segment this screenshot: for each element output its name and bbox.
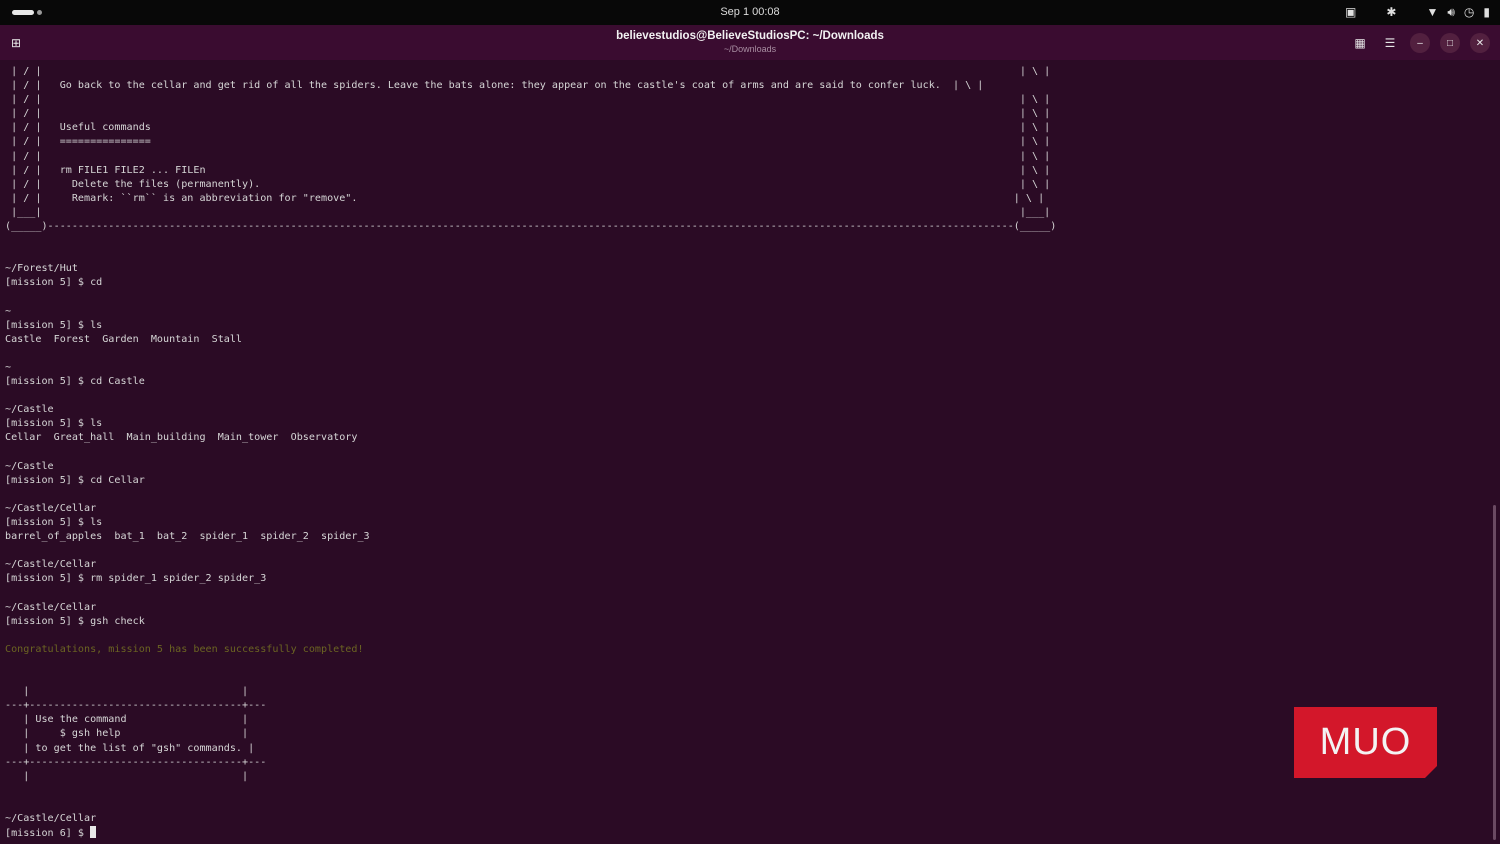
- terminal-line: [mission 5] $ rm spider_1 spider_2 spide…: [5, 573, 267, 585]
- terminal-line: [mission 5] $ cd Castle: [5, 376, 145, 388]
- terminal-line: | / | rm FILE1 FILE2 ... FILEn | \ |: [5, 164, 1051, 176]
- window-controls: ▦ ☰ – □ ✕: [1350, 33, 1490, 53]
- window-subtitle: ~/Downloads: [723, 44, 777, 54]
- terminal-line: ~/Castle/Cellar: [5, 812, 97, 824]
- accessibility-icon[interactable]: ✱: [1386, 5, 1396, 19]
- terminal-line: | / | | \ |: [5, 66, 1051, 77]
- terminal-line: [mission 5] $ ls: [5, 418, 103, 430]
- terminal-line: barrel_of_apples bat_1 bat_2 spider_1 sp…: [5, 531, 370, 543]
- terminal-line: ~/Forest/Hut: [5, 263, 78, 275]
- terminal-cursor: [90, 826, 97, 839]
- terminal-line: | / | Delete the files (permanently). | …: [5, 178, 1051, 190]
- terminal-line: | to get the list of "gsh" commands. |: [5, 742, 255, 754]
- terminal-line: Cellar Great_hall Main_building Main_tow…: [5, 432, 358, 444]
- terminal-header-bar: ⊞ believestudios@BelieveStudiosPC: ~/Dow…: [0, 25, 1500, 60]
- terminal-line: | / | Useful commands | \ |: [5, 122, 1051, 134]
- terminal-scrollbar[interactable]: [1493, 505, 1496, 840]
- wifi-icon[interactable]: ▼: [1426, 5, 1438, 19]
- terminal-line: [mission 5] $ ls: [5, 319, 103, 331]
- terminal-line: [mission 5] $ gsh check: [5, 615, 145, 627]
- muo-watermark-logo: MUO: [1294, 707, 1437, 778]
- grid-view-icon[interactable]: ▦: [1350, 33, 1370, 53]
- terminal-line: [mission 5] $ ls: [5, 517, 103, 528]
- terminal-line: | / | | \ |: [5, 150, 1051, 162]
- terminal-line: | / | | \ |: [5, 94, 1051, 106]
- terminal-line: ~/Castle/Cellar: [5, 601, 97, 613]
- terminal-line: | / | | \ |: [5, 108, 1051, 120]
- terminal-line: ---+-----------------------------------+…: [5, 700, 267, 712]
- terminal-line: ~: [5, 361, 12, 373]
- power-profile-icon[interactable]: ◷: [1464, 5, 1474, 19]
- terminal-line: | Use the command |: [5, 714, 249, 726]
- terminal-line: Castle Forest Garden Mountain Stall: [5, 333, 243, 345]
- terminal-line: | |: [5, 770, 249, 782]
- screen-record-icon[interactable]: ▣: [1345, 5, 1356, 19]
- close-icon[interactable]: ✕: [1470, 33, 1490, 53]
- terminal-line: | / | Remark: ``rm`` is an abbreviation …: [5, 192, 1045, 204]
- hamburger-menu-icon[interactable]: ☰: [1380, 33, 1400, 53]
- terminal-line: | / | Go back to the cellar and get rid …: [5, 80, 984, 92]
- terminal-line: ~: [5, 305, 12, 317]
- terminal-line: ~/Castle: [5, 460, 54, 472]
- terminal-line: [mission 6] $: [5, 826, 1490, 840]
- volume-icon[interactable]: 🔊︎: [1447, 5, 1455, 19]
- terminal-line: | / | =============== | \ |: [5, 136, 1051, 148]
- terminal-line: | |: [5, 686, 249, 698]
- terminal-line: (_____)---------------------------------…: [5, 221, 1057, 233]
- terminal-line: ~/Castle/Cellar: [5, 559, 97, 571]
- terminal-line: ~/Castle/Cellar: [5, 502, 97, 514]
- terminal-line: [mission 5] $ cd Cellar: [5, 474, 145, 486]
- terminal-output[interactable]: | / | | \ | | / | Go back to the cellar …: [5, 65, 1490, 844]
- clock[interactable]: Sep 1 00:08: [0, 6, 1500, 18]
- terminal-line: Congratulations, mission 5 has been succ…: [5, 643, 364, 655]
- terminal-line: [mission 5] $ cd: [5, 277, 103, 289]
- maximize-icon[interactable]: □: [1440, 33, 1460, 53]
- terminal-line: ---+-----------------------------------+…: [5, 756, 267, 768]
- watermark-text: MUO: [1319, 721, 1412, 763]
- window-title: believestudios@BelieveStudiosPC: ~/Downl…: [616, 30, 884, 42]
- system-top-bar: Sep 1 00:08 ▣ ✱ ▼ 🔊︎ ◷ ▮: [0, 0, 1500, 25]
- terminal-line: |___| |___|: [5, 206, 1051, 218]
- minimize-icon[interactable]: –: [1410, 33, 1430, 53]
- terminal-line: | $ gsh help |: [5, 728, 249, 740]
- system-tray[interactable]: ▣ ✱ ▼ 🔊︎ ◷ ▮: [1345, 5, 1490, 19]
- terminal-line: ~/Castle: [5, 404, 54, 416]
- battery-icon[interactable]: ▮: [1483, 5, 1490, 19]
